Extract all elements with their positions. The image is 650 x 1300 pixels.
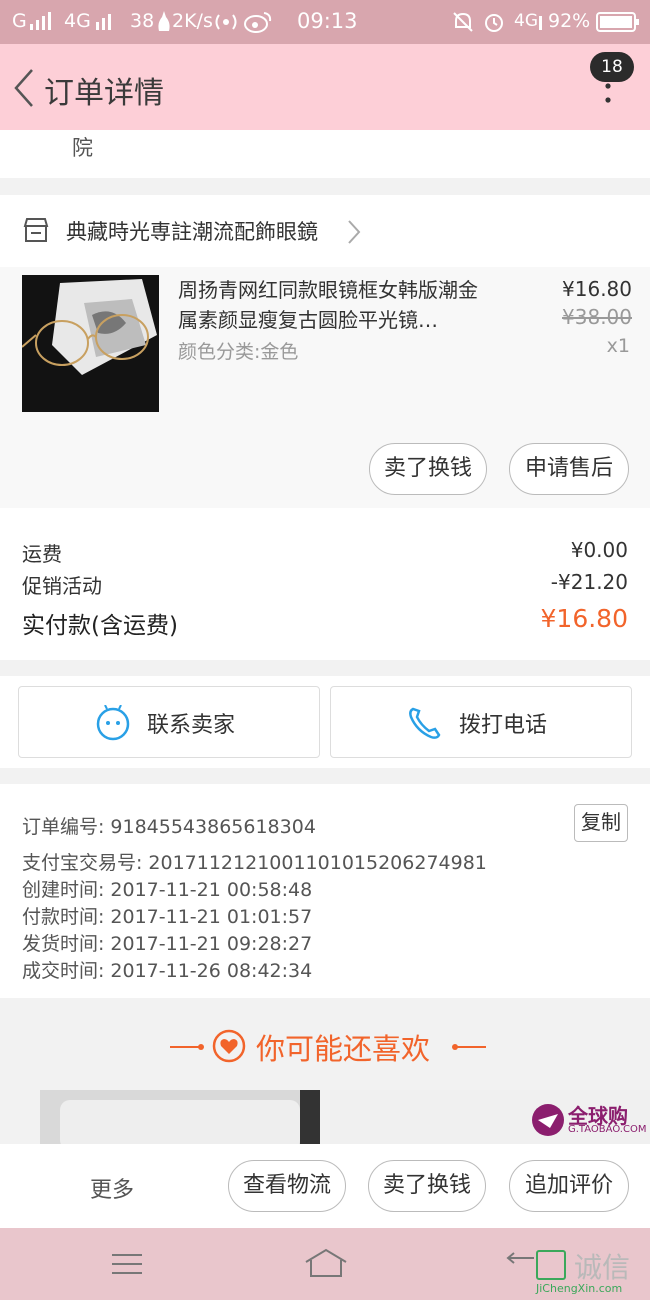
signal-label: G <box>12 10 27 32</box>
recommend-item-image-1[interactable] <box>0 1090 320 1150</box>
menu-icon[interactable] <box>110 1252 144 1276</box>
hotspot-icon <box>214 12 238 37</box>
order-info-value: 2017-11-21 01:01:57 <box>110 906 313 928</box>
right-decor-line-icon <box>452 1044 486 1050</box>
order-info-row: 发货时间: 2017-11-21 09:28:27 <box>22 929 312 956</box>
left-decor-line-icon <box>170 1044 204 1050</box>
product-title[interactable]: 周扬青网红同款眼镜框女韩版潮金属素颜显瘦复古圆脸平光镜… <box>178 275 488 335</box>
add-review-button[interactable]: 追加评价 <box>509 1160 629 1212</box>
global-buy-logo-icon <box>532 1104 564 1136</box>
chat-face-icon <box>96 705 130 741</box>
product-variant: 颜色分类:金色 <box>178 341 299 363</box>
contact-section: 联系卖家 拨打电话 <box>0 676 650 768</box>
sell-for-cash-button-bottom[interactable]: 卖了换钱 <box>368 1160 486 1212</box>
shop-name: 典藏時光専註潮流配飾眼鏡 <box>66 220 318 244</box>
order-info-row: 付款时间: 2017-11-21 01:01:57 <box>22 902 312 929</box>
system-nav-bar: 诚信 JiChengXin.com <box>0 1228 650 1300</box>
promo-label: 促销活动 <box>22 574 102 598</box>
recommend-title: 你可能还喜欢 <box>256 1032 431 1066</box>
signal-bars-icon-2 <box>96 12 118 35</box>
shipping-value: ¥0.00 <box>570 538 628 562</box>
copy-order-button[interactable]: 复制 <box>574 804 628 842</box>
watermark-text: 诚信 <box>574 1251 631 1284</box>
global-buy-sub: G.TAOBAO.COM <box>568 1124 647 1135</box>
more-dots-icon <box>605 83 611 103</box>
shop-row[interactable]: 典藏時光専註潮流配飾眼鏡 <box>0 195 650 267</box>
back-button[interactable] <box>8 66 42 110</box>
heart-circle-icon <box>212 1029 246 1063</box>
phone-icon <box>409 707 441 739</box>
signal-bars-icon-3 <box>537 12 547 35</box>
product-card[interactable]: 周扬青网红同款眼镜框女韩版潮金属素颜显瘦复古圆脸平光镜… 颜色分类:金色 ¥16… <box>0 267 650 508</box>
order-info-row: 支付宝交易号: 2017112121001101015206274981 <box>22 848 487 875</box>
battery-percent: 92% <box>548 10 591 32</box>
product-photo-icon <box>0 1090 320 1150</box>
chevron-left-icon <box>14 69 33 107</box>
glasses-photo-icon <box>22 275 159 412</box>
network-label: 4G <box>64 10 91 32</box>
recommend-header: 你可能还喜欢 <box>0 998 650 1090</box>
weibo-icon <box>244 11 272 38</box>
network-label-2: 4G <box>514 11 538 31</box>
order-info-label: 成交时间: <box>22 960 105 982</box>
product-price: ¥16.80 <box>562 277 632 301</box>
order-info-label: 付款时间: <box>22 906 105 928</box>
mute-bell-icon <box>452 11 474 38</box>
speed-number: 38 <box>130 10 155 32</box>
alarm-icon <box>483 11 505 38</box>
order-info-label: 订单编号: <box>22 816 105 838</box>
home-icon[interactable] <box>304 1248 348 1278</box>
order-info-label: 创建时间: <box>22 879 105 901</box>
order-info-label: 支付宝交易号: <box>22 852 143 874</box>
apply-aftersale-button[interactable]: 申请售后 <box>509 443 629 495</box>
paid-value: ¥16.80 <box>540 604 628 633</box>
order-info-row: 成交时间: 2017-11-26 08:42:34 <box>22 956 312 983</box>
product-image[interactable] <box>22 275 159 412</box>
promo-value: -¥21.20 <box>550 570 628 594</box>
product-original-price: ¥38.00 <box>562 305 632 329</box>
page-title: 订单详情 <box>44 76 164 111</box>
sell-for-cash-button[interactable]: 卖了换钱 <box>369 443 487 495</box>
address-text: 院 <box>72 136 93 160</box>
paid-label: 实付款(含运费) <box>22 613 178 639</box>
view-logistics-button[interactable]: 查看物流 <box>228 1160 346 1212</box>
order-info-row: 创建时间: 2017-11-21 00:58:48 <box>22 875 312 902</box>
contact-seller-button[interactable]: 联系卖家 <box>18 686 320 758</box>
order-info-value: 2017-11-21 00:58:48 <box>110 879 313 901</box>
chevron-right-icon <box>348 220 361 244</box>
status-bar: G 4G 38 2K/s 09:13 4G 92% <box>0 0 650 44</box>
contact-seller-label: 联系卖家 <box>147 713 236 738</box>
more-actions-button[interactable]: 更多 <box>90 1172 134 1204</box>
shipping-label: 运费 <box>22 542 62 566</box>
order-info: 复制 订单编号: 91845543865618304 支付宝交易号: 20171121… <box>0 784 650 998</box>
bottom-action-bar: 更多 查看物流 卖了换钱 追加评价 <box>0 1144 650 1228</box>
order-info-label: 发货时间: <box>22 933 105 955</box>
signal-bars-icon <box>30 12 54 35</box>
message-count-badge: 18 <box>590 52 634 82</box>
order-info-row: 订单编号: 91845543865618304 <box>22 812 316 839</box>
recommend-item-image-2[interactable]: 全球购 G.TAOBAO.COM <box>330 1090 650 1150</box>
watermark-url: JiChengXin.com <box>536 1282 623 1295</box>
call-phone-label: 拨打电话 <box>459 713 548 738</box>
order-info-value: 2017-11-21 09:28:27 <box>110 933 313 955</box>
shop-icon <box>23 218 49 242</box>
order-info-value: 2017112121001101015206274981 <box>148 852 487 874</box>
clock-time: 09:13 <box>297 9 358 33</box>
drop-icon <box>157 11 171 38</box>
back-nav-icon[interactable] <box>506 1252 536 1276</box>
watermark-logo-icon <box>536 1250 566 1280</box>
battery-icon <box>596 11 640 38</box>
product-quantity: x1 <box>606 335 630 357</box>
more-menu-button[interactable] <box>598 82 618 106</box>
price-summary: 运费 ¥0.00 促销活动 -¥21.20 实付款(含运费) ¥16.80 <box>0 508 650 660</box>
address-section: 院 <box>0 130 650 178</box>
speed-unit: 2K/s <box>172 10 213 32</box>
order-info-value: 2017-11-26 08:42:34 <box>110 960 313 982</box>
call-phone-button[interactable]: 拨打电话 <box>330 686 632 758</box>
order-info-value: 91845543865618304 <box>110 816 316 838</box>
nav-header: 订单详情 18 <box>0 44 650 130</box>
